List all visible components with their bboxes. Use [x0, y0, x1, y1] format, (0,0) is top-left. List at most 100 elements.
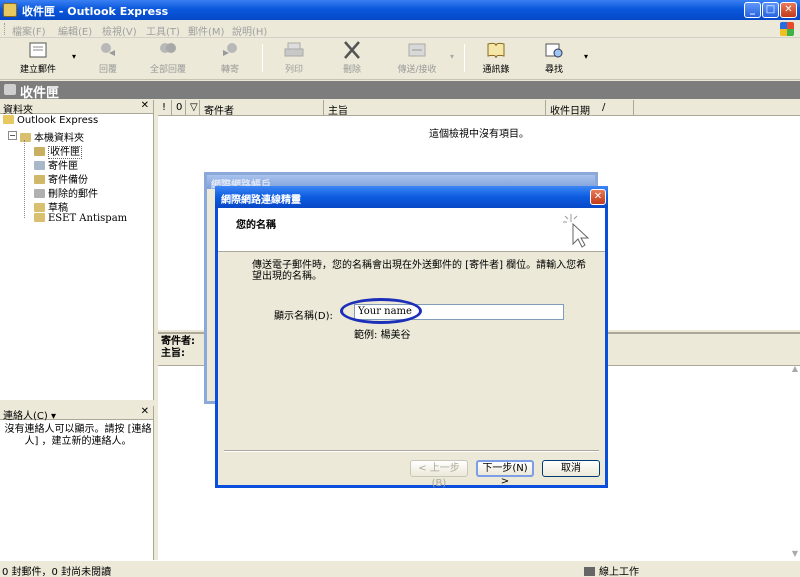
delete-x-icon: [344, 41, 360, 59]
addresses-button[interactable]: 通訊錄: [476, 41, 516, 77]
display-name-label: 顯示名稱(D):: [274, 311, 333, 322]
minimize-button[interactable]: _: [744, 2, 761, 18]
inbox-icon: [4, 84, 16, 95]
contacts-pane-header: 連絡人(C) ▾ ✕: [0, 406, 153, 422]
tree-item-deleted[interactable]: 刪除的郵件: [34, 185, 98, 200]
printer-icon: [284, 42, 304, 57]
reply-all-label: 全部回覆: [149, 65, 186, 75]
find-button[interactable]: 尋找: [536, 41, 572, 77]
menu-file[interactable]: 檔案(F): [12, 23, 46, 38]
new-mail-button[interactable]: 建立郵件: [16, 41, 60, 77]
wizard-cursor-sparkle-icon: [563, 214, 590, 248]
window-title: 收件匣 - Outlook Express: [22, 5, 169, 18]
forward-button[interactable]: 轉寄: [212, 41, 248, 77]
send-receive-label: 傳送/接收: [397, 65, 437, 75]
tree-local-folders[interactable]: 本機資料夾: [20, 129, 84, 144]
status-online-label: 線上工作: [599, 567, 639, 577]
tree-item-eset[interactable]: ESET Antispam: [34, 213, 127, 224]
forward-label: 轉寄: [220, 65, 239, 75]
tree-item-sent[interactable]: 寄件備份: [34, 171, 88, 186]
wizard-heading: 您的名稱: [236, 220, 276, 231]
connection-wizard-dialog: 網際網路連線精靈 ✕ 您的名稱 傳送電子郵件時，您的名稱會出現在外送郵件的 [寄…: [215, 186, 608, 489]
send-receive-icon: [408, 43, 426, 57]
wizard-separator: [224, 450, 599, 452]
folders-pane: 資料夾 ✕ Outlook Express − 本機資料夾 收件匣 寄件匣 寄件…: [0, 100, 154, 400]
drafts-folder-icon: [34, 203, 45, 212]
status-bar: 0 封郵件，0 封尚未閱讀 線上工作: [0, 560, 800, 577]
display-name-example: 範例: 楊美谷: [354, 330, 411, 341]
title-bar: 收件匣 - Outlook Express _ □ ✕: [0, 0, 800, 20]
contacts-dropdown[interactable]: 連絡人(C) ▾: [3, 407, 56, 422]
print-button[interactable]: 列印: [276, 41, 312, 77]
tree-eset-label: ESET Antispam: [48, 213, 128, 224]
trash-folder-icon: [34, 189, 45, 198]
folder-title: 收件匣: [20, 86, 60, 101]
sent-folder-icon: [34, 175, 45, 184]
tree-outlook-express[interactable]: Outlook Express: [3, 115, 98, 126]
cancel-button[interactable]: 取消: [542, 460, 600, 477]
display-name-input[interactable]: Your name: [354, 304, 564, 320]
find-dropdown-icon[interactable]: ▾: [584, 52, 588, 61]
contacts-empty-message: 沒有連絡人可以顯示。請按 [連絡人] ，建立新的連絡人。: [4, 424, 152, 447]
col-flag[interactable]: ▽: [186, 100, 200, 116]
toolbar: 建立郵件 ▾ 回覆 全部回覆 轉寄 列印 刪除 傳送/接收 ▾ 通訊錄 尋找 ▾: [0, 38, 800, 80]
addresses-label: 通訊錄: [482, 65, 510, 75]
wizard-titlebar: 網際網路連線精靈 ✕: [215, 186, 608, 208]
delete-label: 刪除: [342, 65, 361, 75]
reply-all-icon: [160, 43, 176, 53]
back-button[interactable]: < 上一步(B): [410, 460, 468, 489]
contacts-pane: 連絡人(C) ▾ ✕ 沒有連絡人可以顯示。請按 [連絡人] ，建立新的連絡人。: [0, 406, 154, 560]
col-from[interactable]: 寄件者: [200, 100, 324, 117]
status-online: 線上工作: [584, 563, 639, 577]
send-receive-button[interactable]: 傳送/接收: [392, 41, 442, 77]
reply-label: 回覆: [98, 65, 117, 75]
new-mail-label: 建立郵件: [19, 65, 56, 75]
maximize-button[interactable]: □: [762, 2, 779, 18]
col-subject[interactable]: 主旨: [324, 100, 546, 117]
scroll-up-icon[interactable]: ▲: [792, 364, 798, 373]
eset-folder-icon: [34, 213, 45, 222]
local-folders-icon: [20, 133, 31, 142]
collapse-local-folders-icon[interactable]: −: [8, 131, 17, 140]
empty-list-text: 這個檢視中沒有項目。: [429, 129, 529, 140]
delete-button[interactable]: 刪除: [334, 41, 370, 77]
scroll-down-icon[interactable]: ▼: [792, 549, 798, 558]
outbox-folder-icon: [34, 161, 45, 170]
tree-line: [24, 140, 25, 218]
col-priority[interactable]: !: [158, 100, 172, 116]
next-button[interactable]: 下一步(N) >: [476, 460, 534, 487]
menu-view[interactable]: 檢視(V): [102, 23, 137, 38]
new-mail-icon: [29, 42, 47, 58]
menu-help[interactable]: 說明(H): [232, 23, 267, 38]
folder-header: 收件匣: [0, 81, 800, 101]
forward-icon: [223, 43, 237, 56]
menu-tools[interactable]: 工具(T): [146, 23, 180, 38]
menu-grip: [4, 23, 7, 35]
reply-icon: [101, 43, 115, 56]
network-icon: [584, 567, 595, 576]
folders-pane-close-icon[interactable]: ✕: [141, 100, 149, 111]
tree-item-drafts[interactable]: 草稿: [34, 199, 68, 214]
toolbar-separator-2: [464, 44, 465, 72]
reply-button[interactable]: 回覆: [90, 41, 126, 77]
tree-item-inbox[interactable]: 收件匣: [34, 143, 82, 159]
toolbar-separator: [262, 44, 263, 72]
outlook-express-icon: [3, 115, 14, 124]
menu-edit[interactable]: 編輯(E): [58, 23, 92, 38]
col-attachment[interactable]: 0: [172, 100, 186, 116]
send-receive-dropdown-icon[interactable]: ▾: [450, 52, 454, 61]
menu-message[interactable]: 郵件(M): [188, 23, 224, 38]
tree-item-outbox[interactable]: 寄件匣: [34, 157, 78, 172]
close-button[interactable]: ✕: [780, 2, 797, 18]
address-book-icon: [487, 42, 505, 59]
find-icon: [545, 43, 563, 58]
new-mail-dropdown-icon[interactable]: ▾: [72, 52, 76, 61]
reply-all-button[interactable]: 全部回覆: [146, 41, 190, 77]
wizard-description: 傳送電子郵件時，您的名稱會出現在外送郵件的 [寄件者] 欄位。請輸入您希望出現的…: [252, 260, 587, 282]
wizard-close-button[interactable]: ✕: [590, 189, 606, 205]
col-filler: [634, 100, 800, 116]
col-sort-indicator: /: [598, 100, 634, 116]
contacts-pane-close-icon[interactable]: ✕: [141, 406, 149, 417]
folders-pane-title: 資料夾: [3, 105, 33, 116]
col-received-label[interactable]: 收件日期: [546, 100, 598, 117]
